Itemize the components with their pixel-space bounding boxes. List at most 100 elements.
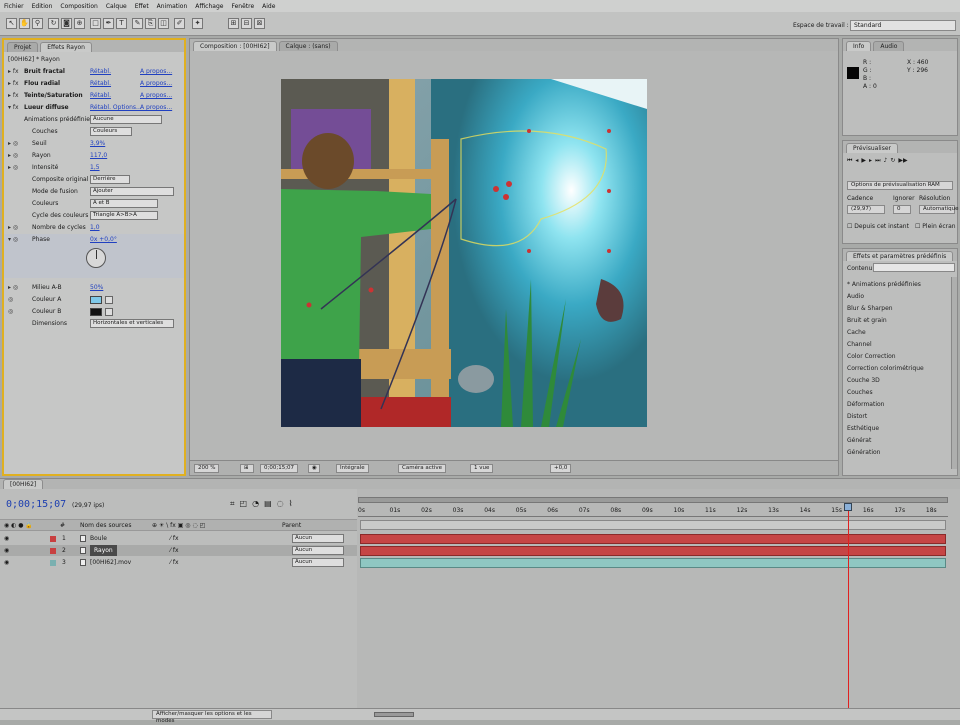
- effects-search-input[interactable]: [873, 263, 955, 272]
- current-time-display[interactable]: 0;00;15;07: [260, 464, 299, 473]
- cycle-select[interactable]: Triangle A>B>A: [90, 211, 158, 220]
- draft-3d-icon[interactable]: ◰: [240, 499, 248, 509]
- effect-category-item[interactable]: Génération: [847, 447, 945, 459]
- parent-header[interactable]: Parent: [282, 522, 301, 529]
- seuil-value[interactable]: 3,9%: [90, 138, 105, 150]
- playhead[interactable]: [848, 505, 849, 709]
- eyedropper-icon[interactable]: [105, 296, 113, 304]
- menu-calque[interactable]: Calque: [106, 3, 127, 10]
- effect-row[interactable]: ▸ fx Flou radial Rétabl. A propos...: [4, 78, 184, 90]
- timeline-layer-row[interactable]: ◉ 1 Boule ⁄ fx Aucun: [0, 533, 357, 544]
- menu-affichage[interactable]: Affichage: [195, 3, 223, 10]
- menu-animation[interactable]: Animation: [157, 3, 188, 10]
- twirl-icon[interactable]: ▸ ◎: [8, 282, 18, 294]
- view-axis-icon[interactable]: ⊠: [254, 18, 265, 29]
- ram-preview-icon[interactable]: ▶▶: [898, 157, 907, 165]
- twirl-icon[interactable]: ▸ ◎: [8, 222, 18, 234]
- effect-row[interactable]: ▸ fx Bruit fractal Rétabl. A propos...: [4, 66, 184, 78]
- tab-effects-presets[interactable]: Effets et paramètres prédéfinis: [846, 251, 954, 261]
- tab-info[interactable]: Info: [846, 41, 872, 51]
- resolution-select[interactable]: Intégrale: [336, 464, 369, 473]
- view-layout-select[interactable]: 1 vue: [470, 464, 494, 473]
- snapshot-icon[interactable]: ◉: [308, 464, 320, 473]
- label-color-swatch[interactable]: [50, 536, 56, 542]
- eyedropper-icon[interactable]: [105, 308, 113, 316]
- zoom-tool-icon[interactable]: ⚲: [32, 18, 43, 29]
- pan-behind-tool-icon[interactable]: ⊕: [74, 18, 85, 29]
- effect-category-item[interactable]: Channel: [847, 339, 945, 351]
- source-name-header[interactable]: Nom des sources: [80, 522, 132, 529]
- menu-edition[interactable]: Edition: [32, 3, 53, 10]
- menu-effet[interactable]: Effet: [135, 3, 149, 10]
- text-tool-icon[interactable]: T: [116, 18, 127, 29]
- safe-margins-icon[interactable]: ⊞: [240, 464, 254, 473]
- track-bar-boule[interactable]: [360, 534, 946, 544]
- effect-category-item[interactable]: Couche 3D: [847, 375, 945, 387]
- tab-audio[interactable]: Audio: [873, 41, 905, 51]
- next-frame-icon[interactable]: ▸: [869, 157, 872, 165]
- tab-composition[interactable]: Composition : [00HI62]: [193, 41, 277, 51]
- skip-input[interactable]: 0: [893, 205, 911, 214]
- parent-select[interactable]: Aucun: [292, 534, 344, 543]
- last-frame-icon[interactable]: ⏭: [875, 157, 880, 165]
- intensite-value[interactable]: 1,5: [90, 162, 100, 174]
- axis-mode-icon[interactable]: ⊞: [228, 18, 239, 29]
- twirl-open-icon[interactable]: ▾ ◎: [8, 234, 18, 246]
- pen-tool-icon[interactable]: ✒: [103, 18, 114, 29]
- twirl-open-icon[interactable]: ▾ fx: [8, 102, 19, 114]
- ram-options-select[interactable]: Options de prévisualisation RAM: [847, 181, 953, 190]
- workspace-select[interactable]: Standard: [850, 20, 956, 31]
- effect-category-item[interactable]: Blur & Sharpen: [847, 303, 945, 315]
- hand-tool-icon[interactable]: ✋: [19, 18, 30, 29]
- effect-category-item[interactable]: Cache: [847, 327, 945, 339]
- label-color-swatch[interactable]: [50, 560, 56, 566]
- presets-select[interactable]: Aucune: [90, 115, 162, 124]
- color-a-swatch[interactable]: [90, 296, 102, 304]
- twirl-icon[interactable]: ▸ ◎: [8, 162, 18, 174]
- motion-blur-icon[interactable]: ◌: [277, 499, 284, 509]
- effect-category-item[interactable]: Audio: [847, 291, 945, 303]
- timeline-layer-row[interactable]: ◉ 3 [00HI62].mov ⁄ fx Aucun: [0, 557, 357, 568]
- stopwatch-icon[interactable]: ◎: [8, 306, 13, 318]
- time-ruler[interactable]: 0s 01s 02s 03s 04s 05s 06s 07s 08s 09s 10s 11s 12s 13…: [358, 505, 948, 517]
- effect-category-item[interactable]: Générat: [847, 435, 945, 447]
- twirl-icon[interactable]: ▸ ◎: [8, 138, 18, 150]
- audio-icon[interactable]: ♪: [883, 157, 887, 165]
- playhead-handle[interactable]: [844, 503, 852, 511]
- brush-tool-icon[interactable]: ✎: [132, 18, 143, 29]
- layer-name[interactable]: Boule: [90, 533, 107, 544]
- menu-fichier[interactable]: Fichier: [4, 3, 24, 10]
- eye-icon[interactable]: ◉: [4, 545, 9, 556]
- frame-blending-icon[interactable]: ▤: [264, 499, 272, 509]
- composite-select[interactable]: Derrière: [90, 175, 130, 184]
- label-color-swatch[interactable]: [50, 548, 56, 554]
- effect-category-item[interactable]: Correction colorimétrique: [847, 363, 945, 375]
- phase-value[interactable]: 0x +0,0°: [90, 234, 117, 246]
- comp-mini-flowchart-icon[interactable]: ⌗: [230, 499, 235, 509]
- toggle-switches-modes-button[interactable]: Afficher/masquer les options et les mode…: [152, 710, 272, 724]
- full-screen-checkbox[interactable]: ☐ Plein écran: [915, 223, 956, 230]
- effect-category-item[interactable]: Color Correction: [847, 351, 945, 363]
- track-bar-rayon[interactable]: [360, 546, 946, 556]
- eraser-tool-icon[interactable]: ◫: [158, 18, 169, 29]
- tab-preview[interactable]: Prévisualiser: [846, 143, 898, 153]
- effect-row[interactable]: ▾ fx Lueur diffuse Rétabl. Options... A pro…: [4, 102, 184, 114]
- effect-category-item[interactable]: Déformation: [847, 399, 945, 411]
- phase-dial[interactable]: [86, 248, 106, 268]
- roto-tool-icon[interactable]: ✐: [174, 18, 185, 29]
- play-icon[interactable]: ▶: [861, 157, 866, 165]
- dimensions-select[interactable]: Horizontales et verticales: [90, 319, 174, 328]
- effect-category-item[interactable]: Bruit et grain: [847, 315, 945, 327]
- menu-aide[interactable]: Aide: [262, 3, 275, 10]
- timeline-layer-row[interactable]: ◉ 2 Rayon ⁄ fx Aucun: [0, 545, 357, 556]
- fx-switch-icon[interactable]: ⁄ fx: [170, 545, 179, 556]
- nb-cycles-value[interactable]: 1,0: [90, 222, 100, 234]
- mode-select[interactable]: Ajouter: [90, 187, 174, 196]
- layer-name[interactable]: [00HI62].mov: [90, 557, 131, 568]
- world-axis-icon[interactable]: ⊟: [241, 18, 252, 29]
- menu-composition[interactable]: Composition: [60, 3, 97, 10]
- timeline-current-time[interactable]: 0;00;15;07: [6, 499, 66, 510]
- graph-editor-icon[interactable]: ⌇: [289, 499, 293, 509]
- camera-select[interactable]: Caméra active: [398, 464, 447, 473]
- effect-category-item[interactable]: Esthétique: [847, 423, 945, 435]
